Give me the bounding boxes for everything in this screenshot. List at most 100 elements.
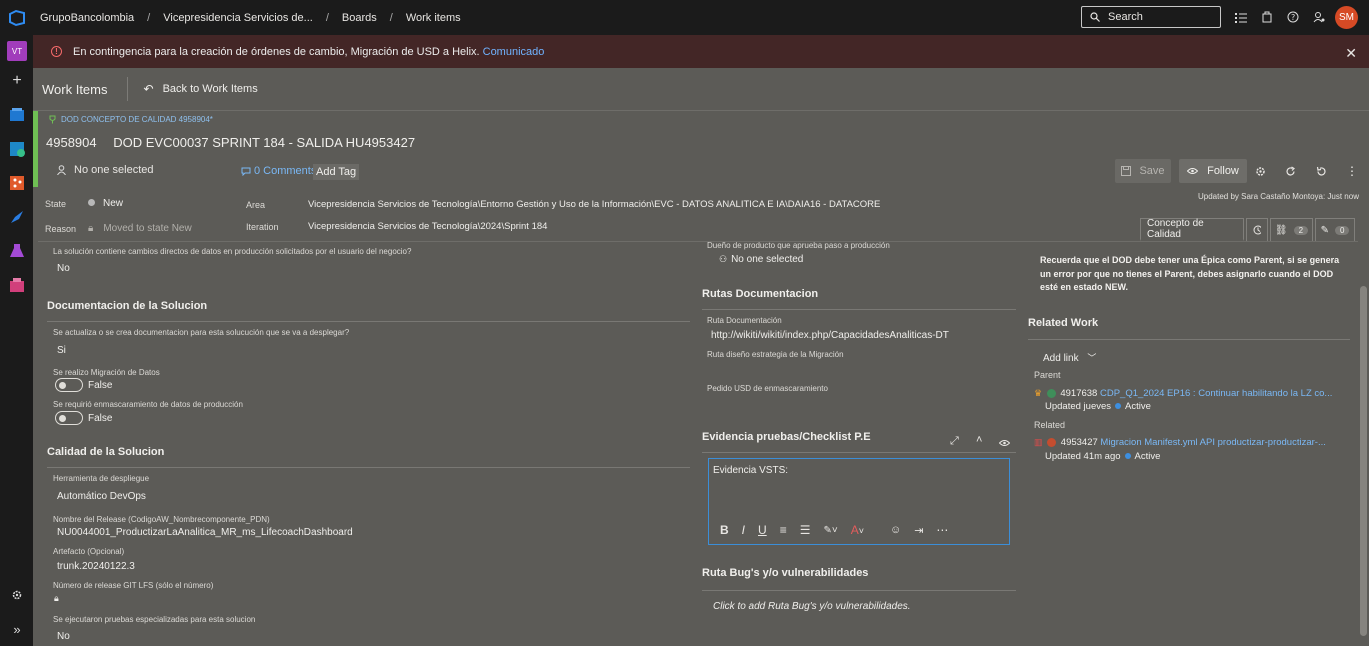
parent-title[interactable]: CDP_Q1_2024 EP16 : Continuar habilitando…	[1100, 388, 1332, 399]
test-plans-icon[interactable]	[7, 241, 27, 261]
user-avatar[interactable]: SM	[1335, 6, 1358, 29]
reason-field[interactable]: 🔒︎ Moved to state New	[88, 223, 192, 234]
maximize-icon[interactable]: ⤢	[950, 435, 959, 448]
user-settings-icon[interactable]	[1311, 9, 1327, 25]
state-label: State	[45, 199, 67, 209]
work-item-title[interactable]: 4958904 DOD EVC00037 SPRINT 184 - SALIDA…	[46, 135, 415, 150]
top-icons: ?	[1233, 9, 1327, 25]
shopping-bag-icon[interactable]	[1259, 9, 1275, 25]
highlight-icon[interactable]: ✎˅	[823, 525, 837, 536]
field-value-doc[interactable]: Si	[57, 345, 66, 356]
add-link-button[interactable]: Add link ﹀	[1043, 351, 1096, 364]
field-value-cambios[interactable]: No	[57, 263, 70, 274]
field-label: Se requirió enmascaramiento de datos de …	[53, 400, 243, 409]
tab-concepto-de-calidad[interactable]: Concepto de Calidad	[1140, 218, 1244, 241]
eye-icon[interactable]	[998, 436, 1011, 450]
banner-message: En contingencia para la creación de órde…	[73, 45, 480, 58]
section-bugs[interactable]: Ruta Bug's y/o vulnerabilidades	[702, 567, 868, 579]
numbered-list-icon[interactable]: ☰	[800, 523, 811, 537]
search-input[interactable]: Search	[1081, 6, 1221, 28]
back-button[interactable]: ↶ Back to Work Items	[144, 82, 258, 96]
bullet-list-icon[interactable]: ≡	[780, 523, 787, 537]
person-icon	[57, 165, 66, 175]
active-dot-icon	[1115, 403, 1122, 409]
follow-label: Follow	[1207, 165, 1239, 177]
pipelines-icon[interactable]	[7, 207, 27, 227]
links-count: 2	[1293, 225, 1309, 235]
breadcrumb-org[interactable]: GrupoBancolombia	[40, 12, 134, 24]
section-related-work[interactable]: Related Work	[1028, 317, 1098, 329]
italic-icon[interactable]: I	[742, 523, 745, 537]
work-item-type-label: DOD CONCEPTO DE CALIDAD 4958904*	[61, 115, 213, 124]
emoji-icon[interactable]: ☺	[890, 524, 901, 536]
breadcrumb-separator: /	[389, 11, 393, 24]
editor-content[interactable]: Evidencia VSTS:	[713, 465, 788, 476]
area-value[interactable]: Vicepresidencia Servicios de Tecnología\…	[308, 199, 880, 210]
repos-icon[interactable]	[7, 173, 27, 193]
state-field[interactable]: New	[88, 198, 123, 209]
field-value-pruebas[interactable]: No	[57, 631, 70, 642]
scrollbar-thumb[interactable]	[1360, 286, 1367, 636]
refresh-icon[interactable]	[1279, 159, 1301, 183]
expand-rail-icon[interactable]: »	[7, 619, 27, 639]
related-title[interactable]: Migracion Manifest.yml API productizar-p…	[1100, 437, 1325, 448]
tab-links[interactable]: ⛓︎ 2	[1270, 218, 1313, 241]
related-link[interactable]: ▥ 4953427 Migracion Manifest.yml API pro…	[1034, 437, 1326, 448]
enmascaramiento-toggle[interactable]	[55, 411, 83, 425]
field-value-herramienta[interactable]: Automático DevOps	[57, 491, 146, 502]
comments-link[interactable]: 0 Comments	[241, 165, 316, 177]
field-value-ruta[interactable]: http://wikiti/wikiti/index.php/Capacidad…	[711, 330, 949, 341]
breadcrumb-boards[interactable]: Boards	[342, 12, 377, 24]
migracion-toggle[interactable]	[55, 378, 83, 392]
evidencia-rich-text-editor[interactable]: Evidencia VSTS: B I U ≡ ☰ ✎˅ A˅ ☺ ⇥ ⋯	[708, 458, 1010, 545]
chevron-up-icon[interactable]: ˄	[976, 434, 982, 446]
field-value-dueno[interactable]: ⚇ No one selected	[719, 254, 803, 265]
more-icon[interactable]: ⋯	[936, 523, 948, 537]
divider	[38, 241, 1358, 242]
person-icon: ⚇	[719, 254, 728, 264]
settings-gear-icon[interactable]	[1249, 159, 1271, 183]
section-documentacion[interactable]: Documentacion de la Solucion	[47, 300, 207, 312]
field-label: Ruta diseño estrategia de la Migración	[707, 350, 844, 359]
follow-button[interactable]: Follow	[1179, 159, 1247, 183]
help-icon[interactable]: ?	[1285, 9, 1301, 25]
iteration-value[interactable]: Vicepresidencia Servicios de Tecnología\…	[308, 221, 547, 232]
overview-icon[interactable]	[7, 105, 27, 125]
vertical-scrollbar[interactable]	[1358, 243, 1369, 646]
parent-id: 4917638	[1060, 388, 1098, 399]
section-calidad[interactable]: Calidad de la Solucion	[47, 446, 164, 458]
bold-icon[interactable]: B	[720, 523, 729, 537]
breadcrumb-work-items[interactable]: Work items	[406, 12, 461, 24]
font-color-icon[interactable]: A˅	[851, 523, 877, 537]
undo-icon[interactable]	[1310, 159, 1332, 183]
field-value-release[interactable]: NU0044001_ProductizarLaAnalitica_MR_ms_L…	[57, 527, 353, 538]
parent-label: Parent	[1034, 370, 1061, 380]
boards-icon[interactable]	[7, 139, 27, 159]
error-icon: !	[51, 46, 62, 57]
parent-link[interactable]: ♛ 4917638 CDP_Q1_2024 EP16 : Continuar h…	[1034, 388, 1332, 399]
field-label: Nombre del Release (CodigoAW_Nombrecompo…	[53, 515, 270, 524]
indent-icon[interactable]: ⇥	[914, 524, 923, 537]
bugs-field[interactable]: Click to add Ruta Bug's y/o vulnerabilid…	[713, 601, 911, 612]
save-button[interactable]: Save	[1115, 159, 1171, 183]
project-badge[interactable]: VT	[7, 41, 27, 61]
add-icon[interactable]: +	[7, 71, 27, 91]
related-updated: Updated 41m ago	[1045, 451, 1121, 462]
breadcrumb-project[interactable]: Vicepresidencia Servicios de...	[163, 12, 313, 24]
section-evidencia[interactable]: Evidencia pruebas/Checklist P.E	[702, 431, 871, 443]
tab-attachments[interactable]: ✎ 0	[1315, 218, 1355, 241]
azure-devops-logo-icon[interactable]	[0, 0, 34, 35]
section-rutas[interactable]: Rutas Documentacion	[702, 288, 818, 300]
more-actions-icon[interactable]: ⋮	[1341, 159, 1363, 183]
add-tag-button[interactable]: Add Tag	[313, 164, 360, 180]
assigned-to[interactable]: No one selected	[57, 164, 154, 176]
history-icon[interactable]	[1246, 218, 1268, 241]
toggle-value: False	[88, 380, 113, 391]
banner-link[interactable]: Comunicado	[483, 46, 545, 58]
task-list-icon[interactable]	[1233, 9, 1249, 25]
artifacts-icon[interactable]	[7, 275, 27, 295]
field-value-artefacto[interactable]: trunk.20240122.3	[57, 561, 135, 572]
settings-gear-icon[interactable]	[7, 585, 27, 605]
close-icon[interactable]: ✕	[1345, 45, 1357, 62]
underline-icon[interactable]: U	[758, 523, 767, 537]
